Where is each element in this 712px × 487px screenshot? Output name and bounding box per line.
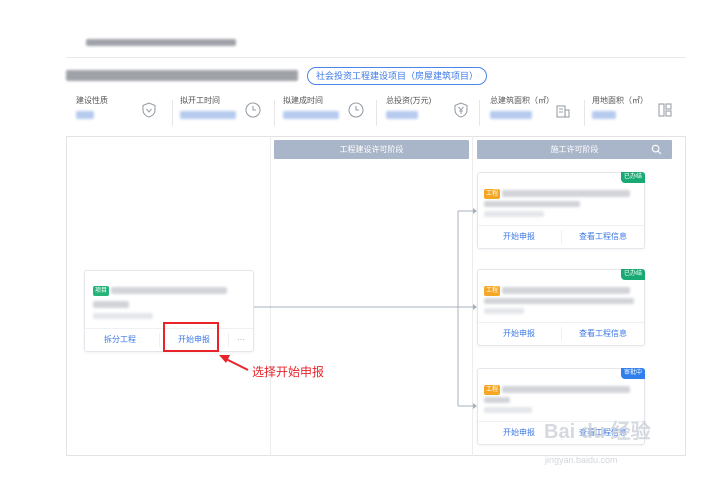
annotation-arrow [219, 355, 249, 371]
watermark-logo: Bai du 经验 [544, 421, 651, 443]
annotation-text: 选择开始申报 [252, 365, 325, 379]
watermark-url: jingyan.baidu.com [545, 455, 618, 465]
